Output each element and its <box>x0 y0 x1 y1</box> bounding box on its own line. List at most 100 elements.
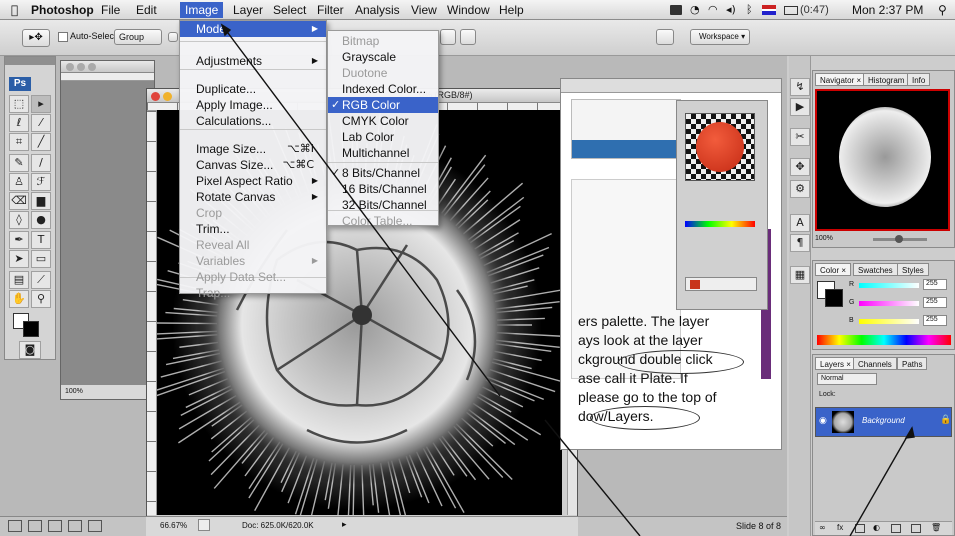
history-panel-icon[interactable]: ↯ <box>790 78 810 96</box>
move-tool-preset-button[interactable]: ▸✥ <box>22 29 50 47</box>
status-icon[interactable] <box>198 519 210 531</box>
menu-file[interactable]: File <box>96 2 125 18</box>
navigator-zoom[interactable]: 100% <box>815 235 833 242</box>
workspace-button[interactable]: Workspace ▾ <box>690 29 750 45</box>
image-menu-item-image-size[interactable]: Image Size... ⌥⌘I <box>180 141 326 157</box>
background-document-window[interactable]: 100% <box>60 60 155 400</box>
mode-item-cmyk-color[interactable]: CMYK Color <box>328 113 438 129</box>
auto-select-checkbox[interactable] <box>58 32 68 42</box>
volume-icon[interactable]: ◂) <box>726 2 736 18</box>
blur-tool-icon[interactable]: ◊ <box>9 211 29 229</box>
image-menu-item-canvas-size[interactable]: Canvas Size... ⌥⌘C <box>180 157 326 173</box>
background-window-titlebar[interactable] <box>61 61 154 73</box>
menu-window[interactable]: Window <box>442 2 495 18</box>
view-normal-icon[interactable] <box>8 520 22 532</box>
tab-styles[interactable]: Styles <box>897 263 929 276</box>
layer-comps-icon[interactable]: ▦ <box>790 266 810 284</box>
tab-paths[interactable]: Paths <box>897 357 928 370</box>
status-menu-arrow-icon[interactable]: ▸ <box>342 520 347 530</box>
close-icon[interactable] <box>151 92 160 101</box>
history-brush-icon[interactable]: ℱ <box>31 173 51 191</box>
notes-tool-icon[interactable]: ▤ <box>9 271 29 289</box>
background-color-swatch[interactable] <box>23 321 39 337</box>
brush-tool-icon[interactable]: / <box>31 154 51 172</box>
tools-panel-header[interactable] <box>5 57 55 65</box>
clock[interactable]: Mon 2:37 PM <box>852 2 923 18</box>
menu-select[interactable]: Select <box>268 2 311 18</box>
hand-tool-icon[interactable]: ✋ <box>9 290 29 308</box>
navigator-preview[interactable] <box>815 89 950 231</box>
zoom-tool-icon[interactable]: ⚲ <box>31 290 51 308</box>
distribute-button-2[interactable] <box>460 29 476 45</box>
clone-stamp-icon[interactable]: ♙ <box>9 173 29 191</box>
mode-item-rgb-color[interactable]: ✓ RGB Color <box>328 97 438 113</box>
magic-wand-icon[interactable]: ⁄ <box>31 114 51 132</box>
link-layers-icon[interactable]: ∞ <box>819 523 826 532</box>
zoom-slider-handle[interactable] <box>895 235 903 243</box>
wifi-icon[interactable]: ◠ <box>708 2 718 18</box>
type-tool-icon[interactable]: T <box>31 231 51 249</box>
flag-icon[interactable] <box>762 5 776 15</box>
image-menu-item-pixel-aspect-ratio[interactable]: Pixel Aspect Ratio ▶ <box>180 173 326 189</box>
time-machine-icon[interactable]: ◔ <box>690 2 700 18</box>
group-folder-icon[interactable] <box>891 524 901 533</box>
tab-swatches[interactable]: Swatches <box>853 263 898 276</box>
image-menu-item-mode[interactable]: Mode ▶ <box>180 21 326 37</box>
lasso-tool-icon[interactable]: ℓ <box>9 114 29 132</box>
image-menu-item-trim[interactable]: Trim... <box>180 221 326 237</box>
tab-navigator[interactable]: Navigator × <box>815 73 867 86</box>
image-menu-item-duplicate[interactable]: Duplicate... <box>180 81 326 97</box>
view-slide-icon[interactable] <box>48 520 62 532</box>
brushes-panel-icon[interactable]: ✥ <box>790 158 810 176</box>
channel-g-slider[interactable] <box>859 301 919 306</box>
view-sorter-icon[interactable] <box>68 520 82 532</box>
minimize-icon[interactable] <box>163 92 172 101</box>
menu-photoshop[interactable]: Photoshop <box>26 2 99 18</box>
crop-tool-icon[interactable]: ⌗ <box>9 133 29 151</box>
mode-item-32-bits-channel[interactable]: 32 Bits/Channel <box>328 197 438 213</box>
ps-badge[interactable]: Ps <box>9 77 31 91</box>
channel-r-slider[interactable] <box>859 283 919 288</box>
color-background-swatch[interactable] <box>825 289 843 307</box>
menu-edit[interactable]: Edit <box>131 2 162 18</box>
dodge-tool-icon[interactable]: ● <box>31 211 51 229</box>
trash-icon[interactable]: 🗑 <box>931 523 941 532</box>
show-transform-checkbox[interactable] <box>168 32 178 42</box>
document-size[interactable]: Doc: 625.0K/620.0K <box>242 521 314 530</box>
image-menu-item-adjustments[interactable]: Adjustments ▶ <box>180 53 326 69</box>
marquee-tool-icon[interactable]: ⬚ <box>9 95 29 113</box>
shape-tool-icon[interactable]: ▭ <box>31 250 51 268</box>
color-spectrum-ramp[interactable] <box>817 335 951 345</box>
tab-layers[interactable]: Layers × <box>815 357 856 370</box>
minimize-icon[interactable] <box>77 63 85 71</box>
navigator-zoom-slider[interactable] <box>873 235 927 243</box>
eraser-tool-icon[interactable]: ⌫ <box>9 192 29 210</box>
image-menu-item-rotate-canvas[interactable]: Rotate Canvas ▶ <box>180 189 326 205</box>
channel-b-slider[interactable] <box>859 319 919 324</box>
slice-tool-icon[interactable]: ╱ <box>31 133 51 151</box>
clone-source-icon[interactable]: ⚙ <box>790 180 810 198</box>
view-outline-icon[interactable] <box>28 520 42 532</box>
document-zoom[interactable]: 66.67% <box>160 521 187 530</box>
fx-icon[interactable]: fx <box>837 523 843 532</box>
bridge-button[interactable] <box>656 29 674 45</box>
blend-mode-select[interactable]: Normal <box>817 373 877 385</box>
menu-view[interactable]: View <box>406 2 442 18</box>
move-tool-icon[interactable]: ▸ <box>31 95 51 113</box>
apple-menu-icon[interactable]:  <box>6 2 23 18</box>
mask-icon[interactable] <box>855 524 865 533</box>
adjustment-layer-icon[interactable]: ◐ <box>873 523 880 532</box>
new-layer-icon[interactable] <box>911 524 921 533</box>
healing-brush-icon[interactable]: ✎ <box>9 154 29 172</box>
mode-item-multichannel[interactable]: Multichannel <box>328 145 438 161</box>
menu-layer[interactable]: Layer <box>228 2 268 18</box>
actions-panel-icon[interactable]: ▶ <box>790 98 810 116</box>
image-menu-item-apply-image[interactable]: Apply Image... <box>180 97 326 113</box>
mode-item-8-bits-channel[interactable]: ✓ 8 Bits/Channel <box>328 165 438 181</box>
menu-help[interactable]: Help <box>494 2 529 18</box>
display-icon[interactable] <box>670 5 682 15</box>
character-panel-icon[interactable]: A <box>790 214 810 232</box>
distribute-button-1[interactable] <box>440 29 456 45</box>
tab-color[interactable]: Color × <box>815 263 852 276</box>
path-selection-icon[interactable]: ➤ <box>9 250 29 268</box>
